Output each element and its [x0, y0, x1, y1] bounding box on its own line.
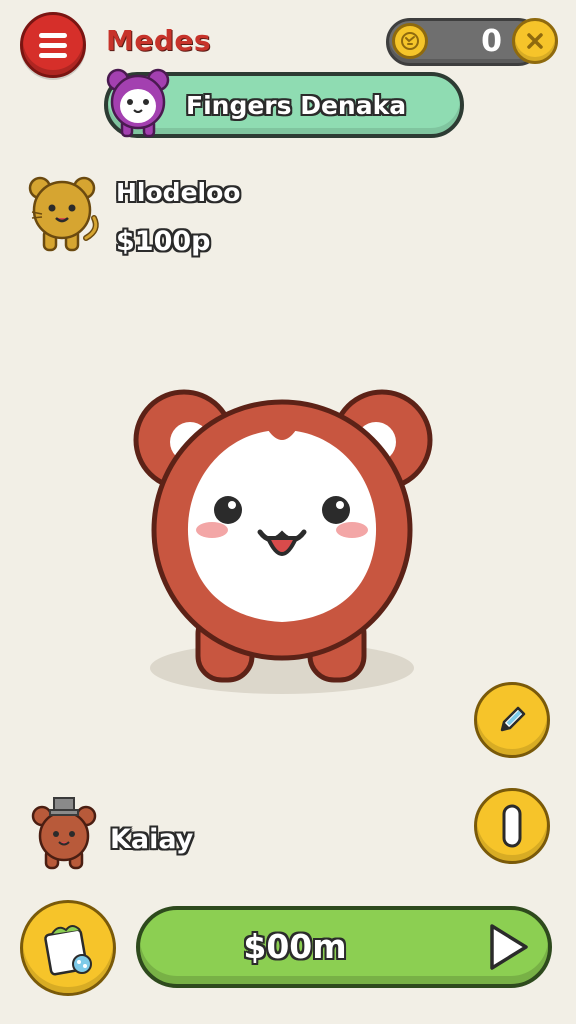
- coin-count: 0: [481, 24, 502, 59]
- action-price-label: $00m: [243, 927, 347, 966]
- close-button[interactable]: [512, 18, 558, 64]
- brown-bear-with-hat-avatar: [31, 797, 97, 870]
- pencil-icon: [500, 706, 526, 732]
- play-arrow-icon[interactable]: [486, 922, 530, 972]
- companion-name: Kaiay: [110, 824, 194, 855]
- red-bear-pet[interactable]: [120, 370, 450, 710]
- coin-icon: [392, 23, 428, 59]
- hamburger-menu-icon: [39, 32, 67, 38]
- game-title: Medes: [106, 24, 212, 57]
- player-money: $100p: [116, 226, 211, 257]
- yellow-cat-avatar: [28, 176, 99, 252]
- toggle-button[interactable]: [474, 788, 550, 864]
- food-button[interactable]: [20, 900, 116, 996]
- player-name: Hlodeloo: [116, 178, 241, 207]
- food-bag-icon: [44, 925, 92, 976]
- toggle-icon: [502, 804, 522, 848]
- banner-label: Fingers Denaka: [186, 91, 407, 120]
- edit-button[interactable]: [474, 682, 550, 758]
- purple-bear-avatar: [106, 68, 170, 138]
- close-icon: [527, 33, 543, 49]
- menu-button[interactable]: [20, 12, 86, 78]
